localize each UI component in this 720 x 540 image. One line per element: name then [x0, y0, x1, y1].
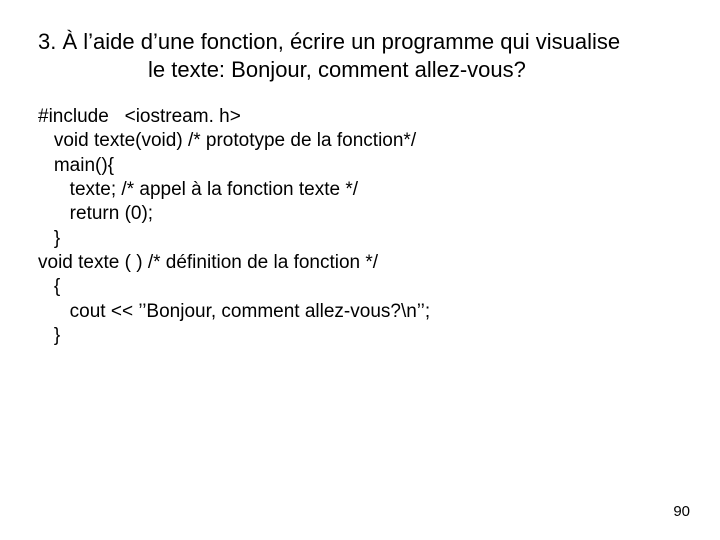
code-line: cout << ’’Bonjour, comment allez-vous?\n… [38, 301, 430, 322]
code-line: void texte(void) /* prototype de la fonc… [38, 130, 416, 151]
page-number: 90 [673, 503, 690, 520]
title-line-2: le texte: Bonjour, comment allez-vous? [38, 56, 682, 84]
code-line: } [38, 325, 60, 346]
code-line: void texte ( ) /* définition de la fonct… [38, 252, 378, 273]
code-line: texte; /* appel à la fonction texte */ [38, 179, 358, 200]
code-block: #include <iostream. h> void texte(void) … [38, 105, 682, 348]
code-line: main(){ [38, 155, 114, 176]
code-line: } [38, 228, 60, 249]
code-line: return (0); [38, 203, 153, 224]
slide-title: 3. À l’aide d’une fonction, écrire un pr… [38, 28, 682, 83]
code-line: #include <iostream. h> [38, 106, 241, 127]
code-line: { [38, 276, 60, 297]
title-line-1: 3. À l’aide d’une fonction, écrire un pr… [38, 28, 682, 56]
slide: 3. À l’aide d’une fonction, écrire un pr… [0, 0, 720, 540]
